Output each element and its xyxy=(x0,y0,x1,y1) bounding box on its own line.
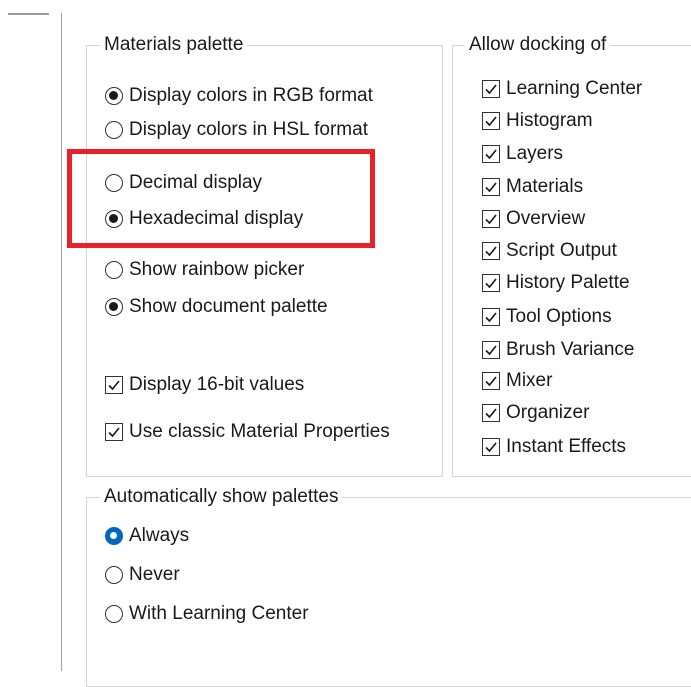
docking-item-label: Mixer xyxy=(506,370,553,391)
docking-item-checkbox[interactable]: Brush Variance xyxy=(482,339,635,361)
checkmark-icon xyxy=(482,178,500,196)
radio-unchecked-icon xyxy=(105,121,123,139)
docking-item-label: Organizer xyxy=(506,402,590,423)
checkmark-icon xyxy=(482,438,500,456)
docking-item-label: Instant Effects xyxy=(506,436,627,457)
docking-item-checkbox[interactable]: Layers xyxy=(482,143,563,165)
docking-item-checkbox[interactable]: Learning Center xyxy=(482,78,642,100)
document-palette-label: Show document palette xyxy=(129,296,328,317)
checkmark-icon xyxy=(482,112,500,130)
docking-item-checkbox[interactable]: Histogram xyxy=(482,110,593,132)
radio-unchecked-icon xyxy=(105,605,123,623)
auto-show-always-radio[interactable]: Always xyxy=(105,525,189,547)
checkmark-icon xyxy=(482,274,500,292)
docking-item-label: Learning Center xyxy=(506,78,643,99)
display-16bit-checkbox[interactable]: Display 16-bit values xyxy=(105,374,304,396)
checkmark-icon xyxy=(482,242,500,260)
checkmark-icon xyxy=(482,308,500,326)
checkmark-icon xyxy=(482,341,500,359)
auto-show-learning-center-radio[interactable]: With Learning Center xyxy=(105,603,309,625)
checkmark-icon xyxy=(482,404,500,422)
auto-show-palettes-title: Automatically show palettes xyxy=(100,486,343,508)
radio-checked-icon xyxy=(105,527,123,545)
docking-item-label: Brush Variance xyxy=(506,339,635,360)
materials-palette-title: Materials palette xyxy=(100,34,248,56)
docking-item-label: Histogram xyxy=(506,110,593,131)
docking-item-checkbox[interactable]: Mixer xyxy=(482,370,552,392)
docking-item-checkbox[interactable]: Script Output xyxy=(482,240,617,262)
auto-show-never-label: Never xyxy=(129,564,180,585)
radio-checked-icon xyxy=(105,298,123,316)
rainbow-picker-radio[interactable]: Show rainbow picker xyxy=(105,259,304,281)
docking-item-checkbox[interactable]: Overview xyxy=(482,208,585,230)
classic-material-properties-checkbox[interactable]: Use classic Material Properties xyxy=(105,421,390,443)
docking-item-label: Layers xyxy=(506,143,564,164)
checkmark-icon xyxy=(105,376,123,394)
checkmark-icon xyxy=(482,210,500,228)
docking-item-label: Materials xyxy=(506,176,584,197)
left-divider-horizontal xyxy=(8,13,49,15)
docking-item-label: Overview xyxy=(506,208,586,229)
checkmark-icon xyxy=(482,145,500,163)
allow-docking-title: Allow docking of xyxy=(465,34,611,56)
highlight-box xyxy=(67,149,375,248)
auto-show-learning-center-label: With Learning Center xyxy=(129,603,309,624)
hsl-format-radio[interactable]: Display colors in HSL format xyxy=(105,119,368,141)
radio-checked-icon xyxy=(105,87,123,105)
classic-material-properties-label: Use classic Material Properties xyxy=(129,421,390,442)
left-divider-vertical xyxy=(61,13,62,671)
docking-item-checkbox[interactable]: Organizer xyxy=(482,402,589,424)
docking-item-label: Script Output xyxy=(506,240,617,261)
auto-show-always-label: Always xyxy=(129,525,190,546)
rainbow-picker-label: Show rainbow picker xyxy=(129,259,305,280)
radio-unchecked-icon xyxy=(105,566,123,584)
checkmark-icon xyxy=(482,80,500,98)
auto-show-never-radio[interactable]: Never xyxy=(105,564,180,586)
display-16bit-label: Display 16-bit values xyxy=(129,374,305,395)
docking-item-checkbox[interactable]: History Palette xyxy=(482,272,630,294)
checkmark-icon xyxy=(105,423,123,441)
docking-item-checkbox[interactable]: Materials xyxy=(482,176,583,198)
hsl-format-label: Display colors in HSL format xyxy=(129,119,368,140)
docking-item-label: Tool Options xyxy=(506,306,612,327)
document-palette-radio[interactable]: Show document palette xyxy=(105,296,328,318)
radio-unchecked-icon xyxy=(105,261,123,279)
rgb-format-radio[interactable]: Display colors in RGB format xyxy=(105,85,373,107)
docking-item-label: History Palette xyxy=(506,272,630,293)
docking-item-checkbox[interactable]: Instant Effects xyxy=(482,436,626,458)
docking-item-checkbox[interactable]: Tool Options xyxy=(482,306,612,328)
checkmark-icon xyxy=(482,372,500,390)
rgb-format-label: Display colors in RGB format xyxy=(129,85,373,106)
